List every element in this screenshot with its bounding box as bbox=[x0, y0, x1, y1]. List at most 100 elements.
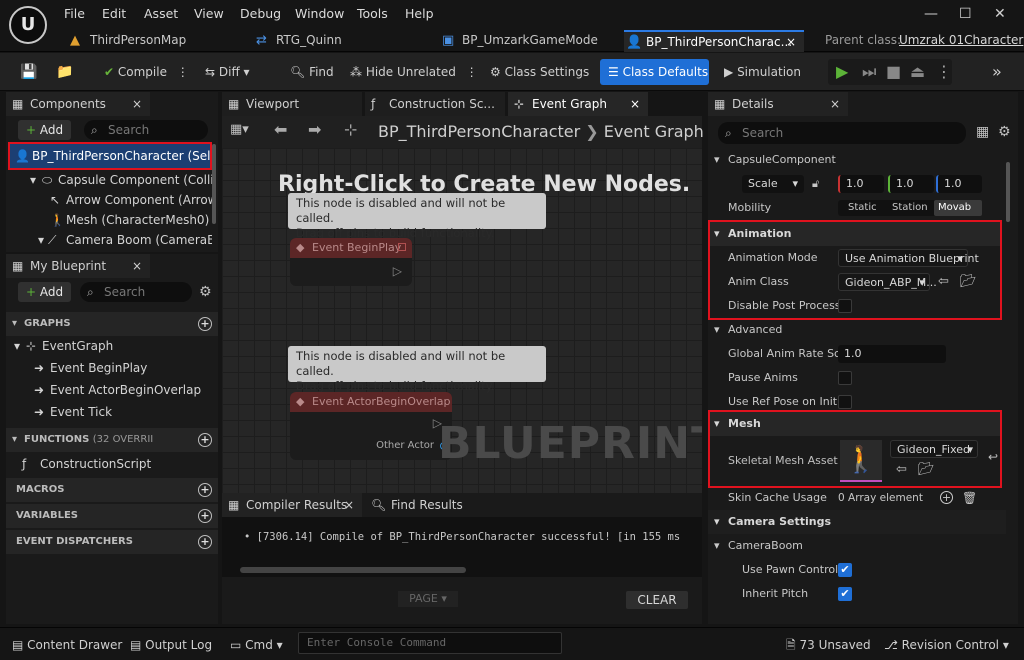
log-scrollbar[interactable] bbox=[240, 567, 466, 573]
save-icon[interactable]: 💾 bbox=[20, 61, 37, 83]
delegate-pin-icon[interactable] bbox=[398, 243, 406, 251]
browse-icon[interactable]: 📁 bbox=[56, 61, 73, 83]
component-self[interactable]: 👤 BP_ThirdPersonCharacter (Self) bbox=[8, 142, 212, 170]
variables-section[interactable]: VARIABLES + bbox=[6, 504, 218, 528]
use-selected-icon[interactable]: ⇦ bbox=[896, 462, 907, 477]
animation-section[interactable]: ▾ Animation bbox=[710, 222, 1000, 246]
anim-class-dropdown[interactable]: Gideon_ABP_M... ▾ bbox=[838, 273, 937, 291]
graph-options-icon[interactable]: ▦▾ bbox=[230, 122, 249, 137]
console-input[interactable]: Enter Console Command bbox=[298, 632, 562, 654]
add-member-button[interactable]: + Add bbox=[18, 282, 72, 302]
revision-control-button[interactable]: ⎇ Revision Control ▾ bbox=[884, 634, 1009, 656]
diff-button[interactable]: ⇆ Diff ▾ bbox=[205, 61, 250, 83]
mobility-stationary[interactable]: Station bbox=[892, 200, 928, 216]
camera-settings-section[interactable]: ▾ Camera Settings bbox=[708, 510, 1006, 534]
step-icon[interactable]: ⏭ bbox=[862, 62, 876, 82]
component-capsule[interactable]: ▾ ⬭ Capsule Component (CollisionCylinder) bbox=[28, 170, 212, 190]
event-beginplay-node[interactable]: ◆ Event BeginPlay ▷ bbox=[290, 238, 412, 286]
close-window-icon[interactable]: ✕ bbox=[994, 6, 1006, 22]
components-scrollbar[interactable] bbox=[212, 144, 216, 224]
page-dropdown[interactable]: PAGE ▾ bbox=[398, 591, 458, 607]
add-function-icon[interactable]: + bbox=[198, 433, 212, 447]
event-actorbeginoverlap-node[interactable]: ◆ Event ActorBeginOverlap ▷ Other Actor bbox=[290, 392, 452, 460]
comment-box[interactable]: This node is disabled and will not be ca… bbox=[288, 346, 546, 393]
menu-edit[interactable]: Edit bbox=[102, 6, 126, 21]
output-log-button[interactable]: ▤ Output Log bbox=[130, 634, 212, 656]
eject-icon[interactable]: ⏏ bbox=[910, 62, 925, 81]
use-selected-icon[interactable]: ⇦ bbox=[938, 270, 949, 294]
close-tab-icon[interactable]: × bbox=[344, 493, 354, 517]
menu-help[interactable]: Help bbox=[405, 6, 434, 21]
details-search[interactable]: ⌕ Search bbox=[718, 122, 966, 144]
table-view-icon[interactable]: ▦ bbox=[976, 124, 989, 140]
compile-options-icon[interactable]: ⋮ bbox=[177, 65, 189, 79]
component-mesh[interactable]: 🚶Mesh (CharacterMesh0) E bbox=[48, 210, 212, 230]
lock-icon[interactable]: 🔓︎ bbox=[812, 172, 819, 196]
browse-folder-icon[interactable]: 📂︎ bbox=[918, 462, 935, 477]
menu-debug[interactable]: Debug bbox=[240, 6, 281, 21]
scale-y-field[interactable]: 1.0 bbox=[888, 175, 934, 193]
class-defaults-button[interactable]: ☰ Class Defaults bbox=[600, 59, 709, 85]
menu-window[interactable]: Window bbox=[295, 6, 344, 21]
parent-class-link[interactable]: Umzrak 01Character bbox=[899, 33, 1023, 47]
add-element-icon[interactable]: + bbox=[940, 491, 953, 504]
menu-tools[interactable]: Tools bbox=[357, 6, 388, 21]
close-my-blueprint-icon[interactable]: × bbox=[132, 254, 142, 278]
mesh-section[interactable]: ▾ Mesh bbox=[710, 412, 1000, 436]
menu-asset[interactable]: Asset bbox=[144, 6, 178, 21]
play-icon[interactable]: ▶ bbox=[836, 62, 848, 81]
anim-mode-dropdown[interactable]: Use Animation Blueprint ▾ bbox=[838, 249, 979, 267]
eventgraph-item[interactable]: ▾ ⊹ EventGraph bbox=[10, 336, 210, 356]
inherit-pitch-checkbox[interactable]: ✔ bbox=[838, 587, 852, 601]
collapse-icon[interactable]: ▾ bbox=[30, 170, 36, 190]
scale-x-field[interactable]: 1.0 bbox=[838, 175, 884, 193]
event-actorbeginoverlap-item[interactable]: ➜ Event ActorBeginOverlap bbox=[30, 380, 210, 400]
hide-unrelated-button[interactable]: ⁂ Hide Unrelated ⋮ bbox=[350, 61, 478, 83]
unreal-logo-icon[interactable]: U bbox=[9, 6, 47, 44]
comment-box[interactable]: This node is disabled and will not be ca… bbox=[288, 193, 546, 240]
reset-to-default-icon[interactable]: ↩ bbox=[988, 450, 998, 464]
trash-icon[interactable]: 🗑︎ bbox=[962, 486, 977, 510]
stop-icon[interactable]: ■ bbox=[886, 62, 901, 81]
content-drawer-button[interactable]: ▤ Content Drawer bbox=[12, 634, 122, 656]
find-button[interactable]: 🔍︎ Find bbox=[290, 61, 334, 83]
event-tick-item[interactable]: ➜ Event Tick bbox=[30, 402, 210, 422]
unsaved-button[interactable]: 🗎︎ 73 Unsaved bbox=[786, 634, 871, 656]
tab-bp-thirdpersoncharacter[interactable]: 👤 BP_ThirdPersonCharac... × bbox=[624, 30, 804, 52]
details-scrollbar[interactable] bbox=[1006, 162, 1010, 222]
advanced-section[interactable]: ▾ Advanced bbox=[708, 318, 1006, 342]
add-dispatcher-icon[interactable]: + bbox=[198, 535, 212, 549]
tab-thirdpersonmap[interactable]: ▲ ThirdPersonMap bbox=[68, 30, 218, 52]
tab-viewport[interactable]: ▦ Viewport bbox=[222, 92, 362, 116]
my-blueprint-tab[interactable]: ▦ My Blueprint × bbox=[6, 254, 150, 278]
pause-anims-checkbox[interactable] bbox=[838, 371, 852, 385]
menu-view[interactable]: View bbox=[194, 6, 224, 21]
global-rate-field[interactable]: 1.0 bbox=[838, 345, 946, 363]
back-arrow-icon[interactable]: ⬅ bbox=[274, 120, 287, 139]
play-options-icon[interactable]: ⋮ bbox=[936, 62, 952, 81]
class-settings-button[interactable]: ⚙ Class Settings bbox=[490, 61, 589, 83]
tab-rtg-quinn[interactable]: ⇄ RTG_Quinn bbox=[254, 30, 404, 52]
mobility-movable[interactable]: Movab bbox=[934, 200, 982, 216]
event-beginplay-item[interactable]: ➜ Event BeginPlay bbox=[30, 358, 210, 378]
simulation-button[interactable]: ▶ Simulation bbox=[724, 61, 801, 83]
browse-folder-icon[interactable]: 📂︎ bbox=[960, 270, 977, 294]
maximize-icon[interactable]: ☐ bbox=[959, 6, 972, 22]
hide-unrelated-options-icon[interactable]: ⋮ bbox=[466, 65, 478, 79]
functions-section[interactable]: ▾ FUNCTIONS (32 OVERRII + bbox=[6, 428, 218, 452]
close-details-icon[interactable]: × bbox=[830, 92, 840, 116]
expand-toolbar-icon[interactable]: » bbox=[992, 61, 1002, 83]
forward-arrow-icon[interactable]: ➡ bbox=[308, 120, 321, 139]
exec-pin-icon[interactable]: ▷ bbox=[393, 264, 402, 278]
breadcrumb-graph[interactable]: Event Graph bbox=[604, 122, 704, 141]
tab-bp-umzarkgamemode[interactable]: ▣ BP_UmzarkGameMode bbox=[440, 30, 610, 52]
details-tab[interactable]: ▦ Details × bbox=[708, 92, 848, 116]
close-components-icon[interactable]: × bbox=[132, 92, 142, 116]
mobility-static[interactable]: Static bbox=[848, 200, 877, 216]
event-graph-canvas[interactable]: Right-Click to Create New Nodes. This no… bbox=[222, 148, 702, 493]
menu-file[interactable]: File bbox=[64, 6, 85, 21]
close-tab-icon[interactable]: × bbox=[630, 92, 640, 116]
disable-pp-checkbox[interactable] bbox=[838, 299, 852, 313]
component-arrow[interactable]: ↖ Arrow Component (Arrow) bbox=[48, 190, 212, 210]
component-camera-boom[interactable]: ▾ ⟋ Camera Boom (CameraBoom) bbox=[36, 230, 212, 250]
